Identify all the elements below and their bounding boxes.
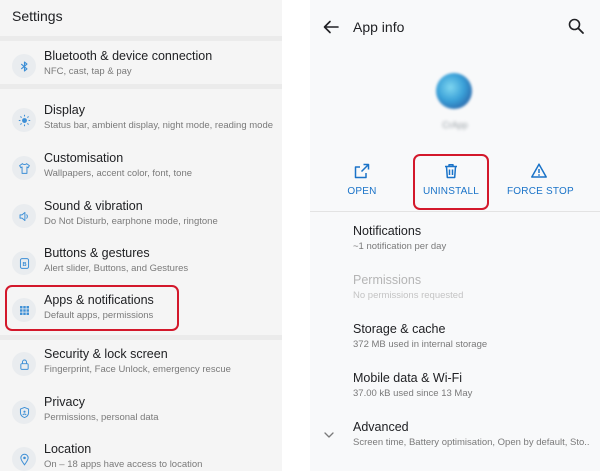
lock-icon bbox=[12, 352, 36, 376]
info-item-subtitle: Screen time, Battery optimisation, Open … bbox=[353, 437, 590, 448]
force-stop-button[interactable]: FORCE STOP bbox=[507, 162, 574, 202]
settings-item-subtitle: On – 18 apps have access to location bbox=[44, 459, 203, 470]
settings-item-title: Bluetooth & device connection bbox=[44, 49, 213, 63]
info-item-permissions: Permissions No permissions requested bbox=[353, 273, 598, 313]
settings-item-subtitle: Permissions, personal data bbox=[44, 412, 159, 423]
settings-item-title: Location bbox=[44, 442, 92, 456]
open-button[interactable]: OPEN bbox=[330, 162, 394, 202]
info-item-mobile-data[interactable]: Mobile data & Wi-Fi 37.00 kB used since … bbox=[353, 371, 598, 411]
speaker-icon bbox=[12, 204, 36, 228]
info-item-subtitle: ~1 notification per day bbox=[353, 241, 447, 252]
settings-title: Settings bbox=[12, 8, 63, 24]
app-info-panel: App info CrApp OPEN UNINSTALL FORCE STOP… bbox=[310, 0, 600, 471]
settings-item-subtitle: Fingerprint, Face Unlock, emergency resc… bbox=[44, 364, 231, 375]
settings-item-buttons[interactable]: B Buttons & gestures Alert slider, Butto… bbox=[0, 243, 282, 289]
info-item-advanced[interactable]: Advanced Screen time, Battery optimisati… bbox=[353, 420, 598, 460]
search-icon[interactable] bbox=[567, 17, 585, 35]
divider bbox=[310, 211, 600, 212]
app-name-blurred: CrApp bbox=[422, 120, 488, 132]
settings-item-title: Buttons & gestures bbox=[44, 246, 150, 260]
app-name: CrApp bbox=[442, 120, 468, 130]
info-item-subtitle: 37.00 kB used since 13 May bbox=[353, 388, 473, 399]
settings-item-customisation[interactable]: Customisation Wallpapers, accent color, … bbox=[0, 148, 282, 194]
divider bbox=[0, 335, 282, 340]
info-item-title: Advanced bbox=[353, 420, 409, 434]
settings-item-title: Sound & vibration bbox=[44, 199, 143, 213]
settings-item-title: Customisation bbox=[44, 151, 124, 165]
page-title: App info bbox=[353, 19, 405, 35]
open-external-icon bbox=[354, 163, 370, 179]
bluetooth-icon bbox=[12, 54, 36, 78]
uninstall-highlight bbox=[413, 154, 489, 210]
info-item-subtitle: No permissions requested bbox=[353, 290, 464, 301]
settings-item-subtitle: NFC, cast, tap & pay bbox=[44, 66, 132, 77]
settings-item-title: Privacy bbox=[44, 395, 85, 409]
info-item-notifications[interactable]: Notifications ~1 notification per day bbox=[353, 224, 598, 264]
svg-text:B: B bbox=[22, 261, 26, 267]
back-arrow-icon[interactable] bbox=[322, 18, 340, 36]
divider bbox=[0, 36, 282, 41]
shield-icon bbox=[12, 400, 36, 424]
settings-item-sound[interactable]: Sound & vibration Do Not Disturb, earpho… bbox=[0, 196, 282, 242]
info-item-storage[interactable]: Storage & cache 372 MB used in internal … bbox=[353, 322, 598, 362]
settings-item-subtitle: Do Not Disturb, earphone mode, ringtone bbox=[44, 216, 218, 227]
button-b-icon: B bbox=[12, 251, 36, 275]
settings-item-display[interactable]: Display Status bar, ambient display, nig… bbox=[0, 100, 282, 146]
settings-item-security[interactable]: Security & lock screen Fingerprint, Face… bbox=[0, 344, 282, 390]
settings-item-subtitle: Wallpapers, accent color, font, tone bbox=[44, 168, 193, 179]
settings-item-privacy[interactable]: Privacy Permissions, personal data bbox=[0, 392, 282, 438]
force-stop-label: FORCE STOP bbox=[507, 186, 574, 197]
info-item-title: Permissions bbox=[353, 273, 422, 287]
settings-item-subtitle: Status bar, ambient display, night mode,… bbox=[44, 120, 274, 131]
app-icon bbox=[436, 73, 472, 109]
info-item-subtitle: 372 MB used in internal storage bbox=[353, 339, 488, 350]
brightness-icon bbox=[12, 108, 36, 132]
location-pin-icon bbox=[12, 447, 36, 471]
settings-item-subtitle: Alert slider, Buttons, and Gestures bbox=[44, 263, 189, 274]
info-item-title: Storage & cache bbox=[353, 322, 446, 336]
settings-item-title: Security & lock screen bbox=[44, 347, 168, 361]
shirt-icon bbox=[12, 156, 36, 180]
open-label: OPEN bbox=[347, 186, 377, 197]
apps-notifications-highlight bbox=[5, 285, 179, 331]
settings-panel: Settings Bluetooth & device connection N… bbox=[0, 0, 282, 471]
info-item-title: Mobile data & Wi-Fi bbox=[353, 371, 463, 385]
settings-item-title: Display bbox=[44, 103, 85, 117]
divider bbox=[0, 84, 282, 89]
settings-item-location[interactable]: Location On – 18 apps have access to loc… bbox=[0, 439, 282, 471]
chevron-down-icon bbox=[323, 428, 335, 440]
info-item-title: Notifications bbox=[353, 224, 422, 238]
warning-icon bbox=[531, 163, 547, 178]
